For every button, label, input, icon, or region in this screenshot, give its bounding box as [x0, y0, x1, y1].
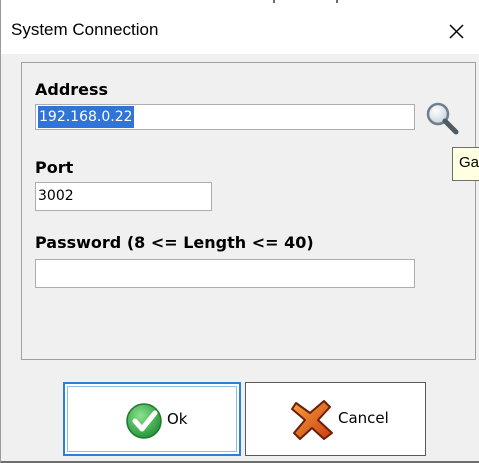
tooltip-text: Gat	[459, 154, 479, 171]
password-input[interactable]	[35, 259, 415, 288]
cancel-x-icon	[291, 400, 333, 440]
top-strip-mark	[273, 0, 275, 3]
dialog-window: System Connection Address 192.168.0.22 G…	[0, 0, 479, 463]
magnifier-icon	[426, 102, 459, 135]
ok-button[interactable]: Ok	[63, 382, 241, 456]
top-strip	[1, 0, 479, 8]
port-label: Port	[35, 158, 74, 177]
check-icon	[126, 403, 162, 439]
port-value: 3002	[38, 188, 74, 204]
port-input[interactable]: 3002	[35, 182, 212, 211]
ok-button-label: Ok	[167, 410, 188, 428]
address-label: Address	[35, 80, 109, 99]
cancel-button-label: Cancel	[338, 409, 389, 427]
search-address-button[interactable]	[423, 100, 463, 136]
title-bar: System Connection	[1, 8, 479, 54]
cancel-button[interactable]: Cancel	[245, 382, 426, 456]
address-value: 192.168.0.22	[38, 106, 134, 128]
close-button[interactable]	[433, 8, 479, 54]
top-strip-mark	[336, 0, 338, 3]
close-icon	[449, 24, 464, 39]
address-input[interactable]: 192.168.0.22	[35, 104, 415, 130]
dialog-title: System Connection	[11, 20, 159, 39]
tooltip: Gat	[452, 147, 479, 181]
password-label: Password (8 <= Length <= 40)	[35, 233, 314, 252]
